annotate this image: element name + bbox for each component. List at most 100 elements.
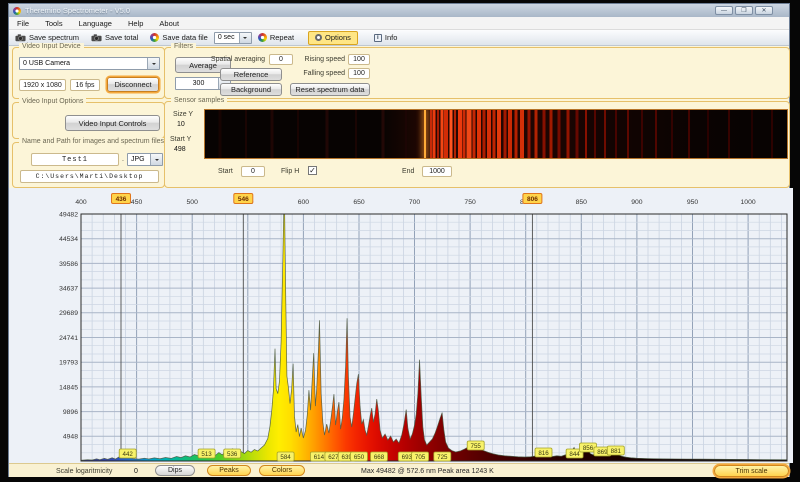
svg-text:442: 442 [123, 451, 134, 458]
svg-text:806: 806 [527, 196, 538, 203]
rising-speed-label: Rising speed [303, 56, 345, 63]
calibration-badge[interactable]: 546 [234, 194, 253, 204]
group-title: Video Input Device [19, 43, 84, 50]
dips-button[interactable]: Dips [155, 465, 195, 476]
falling-speed-label: Falling speed [303, 70, 345, 77]
close-button[interactable]: ✕ [755, 6, 773, 15]
reference-button[interactable]: Reference [220, 68, 282, 81]
start-field[interactable]: 0 [241, 166, 265, 177]
repeat-button[interactable]: Repeat [252, 32, 300, 44]
file-path-field[interactable]: C:\Users\Marti\Desktop [20, 170, 159, 183]
sensor-spectral-line [688, 110, 690, 158]
sensor-spectral-line [218, 110, 221, 158]
video-input-controls-button[interactable]: Video Input Controls [65, 115, 160, 131]
peak-label-badge: 650 [351, 452, 368, 461]
sensor-spectral-line [449, 110, 452, 158]
calibration-badge[interactable]: 436 [112, 194, 131, 204]
sensor-spectral-line [641, 110, 643, 158]
resolution-field[interactable]: 1920 x 1080 [19, 79, 66, 91]
group-title: Filters [171, 43, 196, 50]
sensor-spectral-line [728, 110, 730, 158]
sensor-spectral-line [508, 110, 512, 158]
sensor-spectral-line [707, 110, 709, 158]
end-label: End [402, 168, 414, 175]
sensor-spectral-line [604, 110, 606, 158]
spatial-averaging-field[interactable]: 0 [269, 54, 293, 65]
size-y-label: Size Y [173, 111, 193, 118]
menu-help[interactable]: Help [120, 19, 151, 28]
options-button[interactable]: Options [308, 31, 358, 45]
svg-text:881: 881 [611, 448, 622, 455]
sensor-spectral-line [655, 110, 657, 158]
minimize-button[interactable]: — [715, 6, 733, 15]
x-axis-tick-label: 450 [131, 199, 143, 206]
reset-spectrum-data-button[interactable]: Reset spectrum data [290, 83, 370, 96]
max-peak-info: Max 49482 @ 572.6 nm Peak area 1243 K [361, 468, 494, 475]
title-bar: Theremino Spectrometer - V5.0 — ❐ ✕ [9, 4, 789, 17]
video-input-device-group: Video Input Device 0 USB Camera 1920 x 1… [12, 47, 165, 99]
menu-file[interactable]: File [9, 19, 37, 28]
menu-tools[interactable]: Tools [37, 19, 71, 28]
video-device-select[interactable]: 0 USB Camera [19, 57, 160, 70]
rising-speed-field[interactable]: 100 [348, 54, 370, 65]
save-spectrum-button[interactable]: Save spectrum [9, 32, 85, 44]
app-window: Theremino Spectrometer - V5.0 — ❐ ✕ File… [8, 3, 790, 477]
scale-logaritmicity-label: Scale logaritmicity [56, 468, 112, 475]
sensor-spectral-line [473, 110, 476, 158]
svg-text:816: 816 [538, 450, 549, 457]
sensor-spectral-line [492, 110, 495, 158]
falling-speed-field[interactable]: 100 [348, 68, 370, 79]
file-name-field[interactable]: Test1 [31, 153, 119, 166]
background-button[interactable]: Background [220, 83, 282, 96]
svg-text:705: 705 [415, 454, 426, 461]
sensor-spectral-line [297, 110, 299, 158]
sensor-spectral-line [527, 110, 530, 158]
trim-scale-button[interactable]: Trim scale [714, 465, 789, 477]
disconnect-button[interactable]: Disconnect [107, 77, 159, 92]
sensor-spectral-line [497, 110, 501, 158]
colors-button[interactable]: Colors [259, 465, 305, 476]
info-button[interactable]: i Info [368, 32, 404, 44]
peak-label-badge: 881 [607, 446, 624, 455]
group-title: Video Input Options [19, 98, 86, 105]
x-axis-tick-label: 650 [353, 199, 365, 206]
end-field[interactable]: 1000 [422, 166, 452, 177]
sensor-spectral-line [771, 110, 773, 158]
fps-field[interactable]: 16 fps [70, 79, 100, 91]
menu-about[interactable]: About [151, 19, 187, 28]
svg-text:536: 536 [227, 451, 238, 458]
video-input-options-group: Video Input Options Video Input Controls [12, 102, 165, 139]
save-total-button[interactable]: Save total [85, 32, 144, 44]
spatial-averaging-label: Spatial averaging [205, 56, 265, 63]
sensor-spectral-line [575, 110, 578, 158]
y-axis-tick-label: 19793 [59, 360, 78, 367]
calibration-badge[interactable]: 806 [523, 194, 542, 204]
start-y-value[interactable]: 498 [174, 146, 186, 153]
sensor-spectral-line [520, 110, 524, 158]
scale-logaritmicity-value[interactable]: 0 [134, 468, 138, 475]
menu-language[interactable]: Language [71, 19, 120, 28]
x-axis-tick-label: 900 [631, 199, 643, 206]
y-axis-tick-label: 29689 [59, 310, 78, 317]
sensor-spectral-line [458, 110, 462, 158]
y-axis-tick-label: 9896 [63, 409, 78, 416]
sensor-spectral-line [671, 110, 673, 158]
sensor-spectral-line [477, 110, 481, 158]
sensor-spectral-line [535, 110, 538, 158]
restore-button[interactable]: ❐ [735, 6, 753, 15]
peaks-button[interactable]: Peaks [207, 465, 251, 476]
repeat-interval-select[interactable]: 0 sec [214, 32, 252, 44]
sensor-spectral-line [437, 110, 439, 158]
sensor-spectral-line [594, 110, 596, 158]
spectrum-chart[interactable]: 4948989614845197932474129689346373958644… [9, 188, 793, 463]
filters-group: Filters Average 300 Spatial averaging 0 … [164, 47, 790, 99]
save-data-file-button[interactable]: Save data file [144, 32, 213, 44]
y-axis-tick-label: 49482 [59, 211, 78, 218]
flip-h-checkbox[interactable]: ✓ [308, 166, 317, 175]
size-y-value[interactable]: 10 [177, 121, 185, 128]
file-format-select[interactable]: JPG [127, 153, 163, 166]
svg-text:614: 614 [314, 454, 325, 461]
svg-text:546: 546 [238, 196, 249, 203]
y-axis-tick-label: 39586 [59, 261, 78, 268]
sensor-spectral-line [430, 110, 432, 158]
